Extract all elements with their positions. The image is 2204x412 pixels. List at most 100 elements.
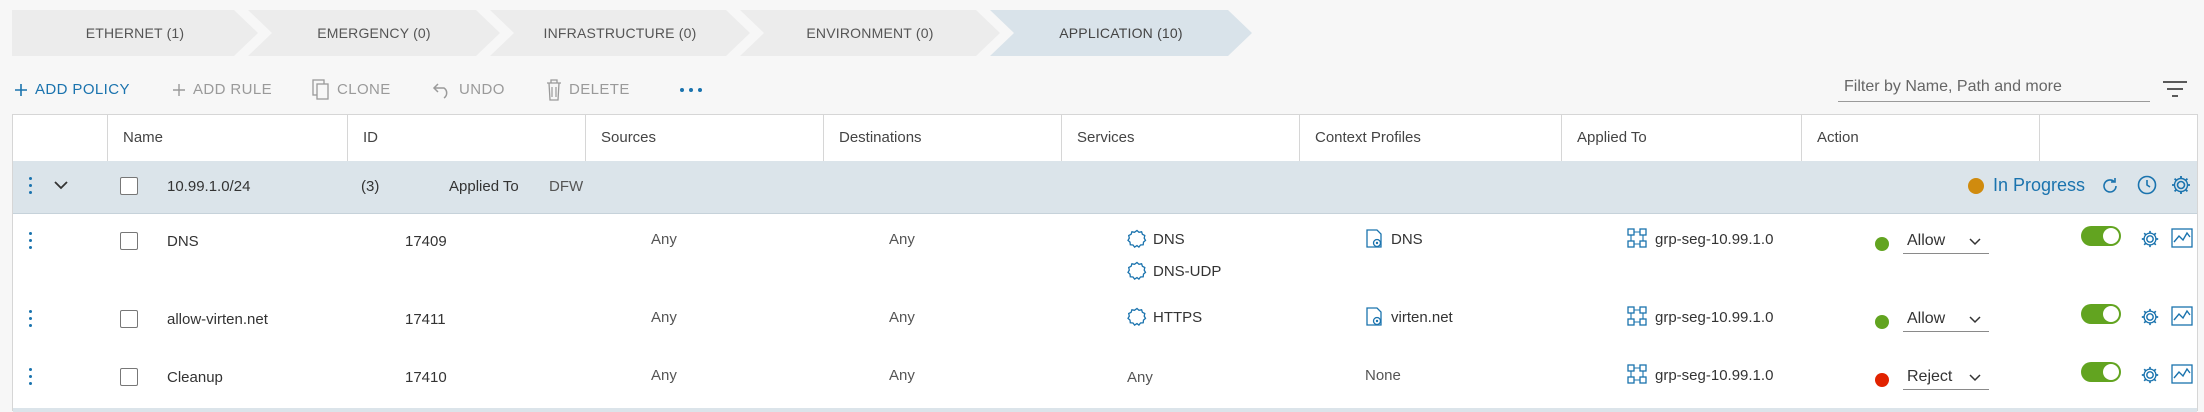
row-checkbox[interactable] <box>120 232 138 250</box>
rule-applied-to[interactable]: grp-seg-10.99.1.0 <box>1655 231 1773 248</box>
tab-ethernet[interactable]: ETHERNET (1) <box>12 10 258 56</box>
rule-applied-to[interactable]: grp-seg-10.99.1.0 <box>1655 367 1773 384</box>
rule-destinations[interactable]: Any <box>889 231 915 248</box>
rule-enabled-toggle[interactable] <box>2081 362 2121 382</box>
undo-button[interactable]: UNDO <box>432 78 505 102</box>
rule-context-profile[interactable]: virten.net <box>1391 309 1453 326</box>
column-header-name[interactable]: Name <box>107 115 347 161</box>
gear-icon[interactable] <box>2140 365 2160 385</box>
kebab-icon <box>29 177 32 180</box>
rule-destinations[interactable]: Any <box>889 309 915 326</box>
filter-icon[interactable] <box>2162 80 2188 98</box>
action-value: Reject <box>1907 368 1953 385</box>
ellipsis-horizontal-icon <box>680 88 684 92</box>
row-checkbox[interactable] <box>120 368 138 386</box>
chart-icon[interactable] <box>2171 306 2193 326</box>
chevron-down-icon <box>1969 316 1981 324</box>
column-header-applied-to[interactable]: Applied To <box>1561 115 1801 161</box>
clone-button[interactable]: CLONE <box>312 78 391 102</box>
rule-service[interactable]: DNS <box>1153 231 1185 248</box>
policy-checkbox[interactable] <box>120 177 138 195</box>
row-kebab-menu[interactable] <box>29 368 33 385</box>
add-rule-button[interactable]: ADD RULE <box>172 78 272 102</box>
plus-icon <box>15 84 27 96</box>
clone-label: CLONE <box>337 81 391 98</box>
action-select[interactable]: Allow <box>1903 228 1989 254</box>
more-actions-button[interactable] <box>680 80 702 100</box>
row-checkbox[interactable] <box>120 310 138 328</box>
filter-input[interactable] <box>1838 72 2150 102</box>
kebab-dot <box>29 382 32 385</box>
action-indicator <box>1875 373 1889 387</box>
ellipsis-dot <box>689 88 693 92</box>
action-indicator <box>1875 315 1889 329</box>
chart-icon[interactable] <box>2171 228 2193 248</box>
column-header-destinations[interactable]: Destinations <box>823 115 1061 161</box>
table-row[interactable]: Cleanup 17410 Any Any Any None grp-seg-1… <box>13 350 2197 409</box>
rule-enabled-toggle[interactable] <box>2081 304 2121 324</box>
add-rule-label: ADD RULE <box>193 81 273 98</box>
rule-service[interactable]: HTTPS <box>1153 309 1202 326</box>
chevron-down-icon <box>1969 238 1981 246</box>
group-icon <box>1627 228 1647 248</box>
column-header-context-profiles[interactable]: Context Profiles <box>1299 115 1561 161</box>
add-policy-button[interactable]: ADD POLICY <box>14 78 130 102</box>
tab-infrastructure[interactable]: INFRASTRUCTURE (0) <box>490 10 750 56</box>
clock-icon[interactable] <box>2136 174 2158 196</box>
rule-service[interactable]: DNS-UDP <box>1153 263 1221 280</box>
tab-emergency[interactable]: EMERGENCY (0) <box>248 10 500 56</box>
chevron-down-icon <box>1969 374 1981 382</box>
action-indicator <box>1875 237 1889 251</box>
rule-sources[interactable]: Any <box>651 309 677 326</box>
ellipsis-dot <box>698 88 702 92</box>
chart-icon[interactable] <box>2171 364 2193 384</box>
action-value: Allow <box>1907 232 1946 249</box>
column-header-sources[interactable]: Sources <box>585 115 823 161</box>
gear-icon[interactable] <box>2170 174 2192 196</box>
policy-name: 10.99.1.0/24 <box>167 178 251 195</box>
policy-kebab-menu[interactable] <box>29 177 33 194</box>
gear-icon[interactable] <box>2140 229 2160 249</box>
refresh-icon[interactable] <box>2100 176 2120 196</box>
delete-button[interactable]: DELETE <box>546 78 630 102</box>
rule-context-profile[interactable]: DNS <box>1391 231 1423 248</box>
table-row[interactable]: allow-virten.net 17411 Any Any HTTPS vir… <box>13 292 2197 351</box>
service-gear-icon <box>1127 307 1147 327</box>
chevron-down-icon[interactable] <box>53 179 69 191</box>
row-kebab-menu[interactable] <box>29 232 33 249</box>
tab-environment[interactable]: ENVIRONMENT (0) <box>740 10 1000 56</box>
kebab-icon <box>29 232 32 235</box>
policy-footer-strip <box>13 408 2197 412</box>
action-select[interactable]: Reject <box>1903 364 1989 390</box>
rule-name[interactable]: allow-virten.net <box>167 311 268 328</box>
table-row[interactable]: DNS 17409 Any Any DNS DNS-UDP DNS grp-se… <box>13 214 2197 293</box>
policy-applied-to-value: DFW <box>549 178 584 195</box>
column-header-id[interactable]: ID <box>347 115 585 161</box>
kebab-dot <box>29 184 32 187</box>
rule-destinations[interactable]: Any <box>889 367 915 384</box>
rule-name[interactable]: DNS <box>167 233 199 250</box>
rule-enabled-toggle[interactable] <box>2081 226 2121 246</box>
service-gear-icon <box>1127 261 1147 281</box>
column-header-action[interactable]: Action <box>1801 115 2039 161</box>
rule-applied-to[interactable]: grp-seg-10.99.1.0 <box>1655 309 1773 326</box>
status-text[interactable]: In Progress <box>1993 175 2085 196</box>
undo-label: UNDO <box>459 81 505 98</box>
plus-icon <box>173 84 185 96</box>
rule-sources[interactable]: Any <box>651 231 677 248</box>
gear-icon[interactable] <box>2140 307 2160 327</box>
rule-sources[interactable]: Any <box>651 367 677 384</box>
action-select[interactable]: Allow <box>1903 306 1989 332</box>
column-header-extra <box>2039 115 2199 161</box>
rule-services[interactable]: Any <box>1127 369 1153 386</box>
kebab-dot <box>29 317 32 320</box>
rule-context-profile[interactable]: None <box>1365 367 1401 384</box>
policy-applied-to-label: Applied To <box>449 178 519 195</box>
policy-section-row[interactable]: 10.99.1.0/24 (3) Applied To DFW In Progr… <box>13 161 2197 214</box>
row-kebab-menu[interactable] <box>29 310 33 327</box>
policy-rule-count: (3) <box>361 178 380 195</box>
context-profile-icon <box>1366 229 1382 248</box>
column-header-services[interactable]: Services <box>1061 115 1299 161</box>
rule-name[interactable]: Cleanup <box>167 369 223 386</box>
tab-application[interactable]: APPLICATION (10) <box>990 10 1252 56</box>
